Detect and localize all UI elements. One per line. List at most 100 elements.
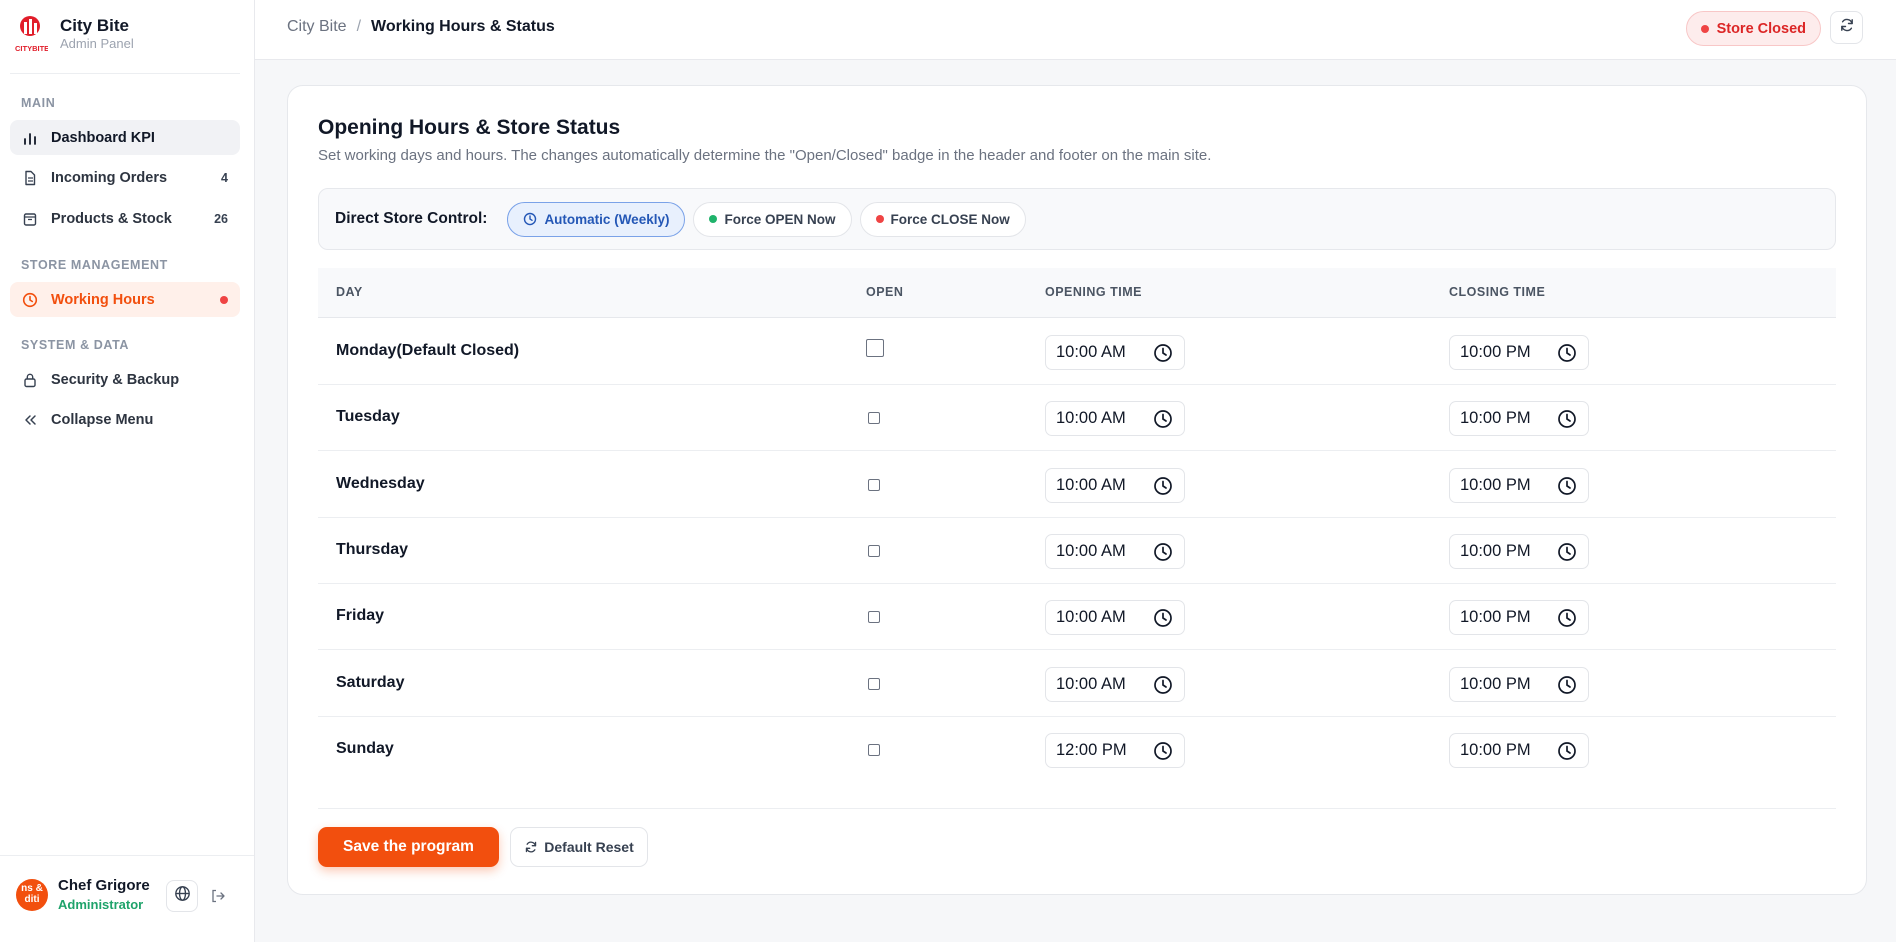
control-label: Direct Store Control: xyxy=(335,210,488,227)
automatic-weekly-button[interactable]: Automatic (Weekly) xyxy=(507,201,686,237)
open-checkbox[interactable] xyxy=(868,412,880,425)
table-row: Monday(Default Closed) 10:00 AM 10:00 PM xyxy=(318,319,1836,385)
closing-time-input[interactable]: 10:00 PM xyxy=(1449,401,1589,437)
day-name: Tuesday xyxy=(336,408,400,426)
closing-time-input[interactable]: 10:00 PM xyxy=(1449,335,1589,370)
closing-time-input[interactable]: 10:00 PM xyxy=(1449,666,1589,702)
store-status-badge: Store Closed xyxy=(1685,11,1821,46)
open-checkbox[interactable] xyxy=(868,478,880,491)
opening-time-value: 10:00 AM xyxy=(1056,343,1126,361)
working-hours-card: Opening Hours & Store Status Set working… xyxy=(287,85,1867,895)
bar-chart-icon xyxy=(21,129,39,147)
closing-time-input[interactable]: 10:00 PM xyxy=(1449,533,1589,569)
section-store-management: STORE MANAGEMENT xyxy=(21,258,168,272)
user-name: Chef Grigore xyxy=(58,877,150,894)
opening-time-input[interactable]: 12:00 PM xyxy=(1045,732,1185,768)
opening-time-value: 10:00 AM xyxy=(1056,475,1126,494)
sidebar-divider xyxy=(10,73,240,74)
products-count-badge: 26 xyxy=(214,211,228,226)
save-button[interactable]: Save the program xyxy=(318,827,499,867)
sidebar-item-collapse-menu[interactable]: Collapse Menu xyxy=(10,402,240,437)
table-header: DAY OPEN OPENING TIME CLOSING TIME xyxy=(318,268,1836,318)
open-checkbox[interactable] xyxy=(868,544,880,557)
opening-time-input[interactable]: 10:00 AM xyxy=(1045,335,1185,370)
force-open-label: Force OPEN Now xyxy=(724,211,836,227)
refresh-button[interactable] xyxy=(1830,11,1863,44)
section-system-data: SYSTEM & DATA xyxy=(21,338,130,352)
default-reset-button[interactable]: Default Reset xyxy=(510,827,648,867)
sidebar-item-working-hours[interactable]: Working Hours xyxy=(10,282,240,317)
clock-icon[interactable] xyxy=(1557,343,1577,368)
opening-time-input[interactable]: 10:00 AM xyxy=(1045,467,1185,503)
closing-time-value: 10:00 PM xyxy=(1460,674,1531,693)
closing-time-value: 10:00 PM xyxy=(1460,343,1531,361)
clock-icon[interactable] xyxy=(1557,608,1577,633)
clock-icon[interactable] xyxy=(1153,409,1173,434)
status-dot xyxy=(1700,24,1709,33)
closing-time-value: 10:00 PM xyxy=(1460,608,1531,627)
brand[interactable]: CITYBITE City Bite Admin Panel xyxy=(14,14,134,54)
breadcrumb-root[interactable]: City Bite xyxy=(287,18,347,36)
force-close-button[interactable]: Force CLOSE Now xyxy=(859,201,1026,237)
double-chevron-left-icon xyxy=(21,411,39,429)
open-checkbox[interactable] xyxy=(868,677,880,690)
closing-time-input[interactable]: 10:00 PM xyxy=(1449,600,1589,636)
sidebar-item-products-stock[interactable]: Products & Stock 26 xyxy=(10,201,240,236)
user-profile[interactable]: ns & diti Chef Grigore Administrator xyxy=(16,877,150,912)
breadcrumb: City Bite / Working Hours & Status xyxy=(287,18,555,36)
opening-time-input[interactable]: 10:00 AM xyxy=(1045,600,1185,636)
table-row: Sunday 12:00 PM 10:00 PM xyxy=(318,717,1836,783)
opening-time-input[interactable]: 10:00 AM xyxy=(1045,533,1185,569)
clock-icon[interactable] xyxy=(1557,741,1577,766)
clock-icon xyxy=(523,212,537,226)
top-header: City Bite / Working Hours & Status Store… xyxy=(255,0,1896,60)
clock-icon[interactable] xyxy=(1557,409,1577,434)
brand-name: City Bite xyxy=(60,16,129,35)
globe-icon xyxy=(174,885,191,907)
section-main: MAIN xyxy=(21,96,56,110)
clock-icon[interactable] xyxy=(1557,675,1577,700)
sidebar-item-dashboard-kpi[interactable]: Dashboard KPI xyxy=(10,120,240,155)
open-checkbox[interactable] xyxy=(866,339,884,357)
clock-icon xyxy=(21,291,39,309)
table-row: Saturday 10:00 AM 10:00 PM xyxy=(318,651,1836,717)
open-checkbox[interactable] xyxy=(868,611,880,624)
force-close-label: Force CLOSE Now xyxy=(890,211,1010,227)
clock-icon[interactable] xyxy=(1153,542,1173,567)
opening-time-input[interactable]: 10:00 AM xyxy=(1045,666,1185,702)
column-opening-time: OPENING TIME xyxy=(1045,285,1142,299)
sidebar-item-label: Security & Backup xyxy=(51,371,180,388)
clock-icon[interactable] xyxy=(1153,741,1173,766)
svg-text:CITYBITE: CITYBITE xyxy=(15,44,48,53)
default-reset-label: Default Reset xyxy=(544,839,634,855)
clock-icon[interactable] xyxy=(1153,675,1173,700)
clock-icon[interactable] xyxy=(1557,542,1577,567)
clock-icon[interactable] xyxy=(1153,476,1173,501)
refresh-icon xyxy=(1839,17,1855,38)
sidebar: CITYBITE City Bite Admin Panel MAIN Dash… xyxy=(0,0,255,942)
sidebar-item-incoming-orders[interactable]: Incoming Orders 4 xyxy=(10,160,240,195)
clock-icon[interactable] xyxy=(1557,476,1577,501)
table-row: Thursday 10:00 AM 10:00 PM xyxy=(318,518,1836,584)
logout-icon[interactable] xyxy=(210,888,228,906)
sidebar-item-label: Products & Stock xyxy=(51,210,172,227)
table-row: Tuesday 10:00 AM 10:00 PM xyxy=(318,385,1836,452)
avatar: ns & diti xyxy=(16,878,48,911)
sidebar-item-security-backup[interactable]: Security & Backup xyxy=(10,362,240,397)
closing-time-input[interactable]: 10:00 PM xyxy=(1449,732,1589,768)
language-button[interactable] xyxy=(166,880,198,912)
opening-time-value: 10:00 AM xyxy=(1056,541,1126,560)
card-title: Opening Hours & Store Status xyxy=(318,116,621,139)
open-checkbox[interactable] xyxy=(868,743,880,756)
opening-time-input[interactable]: 10:00 AM xyxy=(1045,401,1185,437)
closing-time-input[interactable]: 10:00 PM xyxy=(1449,467,1589,503)
closing-time-value: 10:00 PM xyxy=(1460,541,1531,560)
closing-time-value: 10:00 PM xyxy=(1460,740,1531,759)
opening-time-value: 12:00 PM xyxy=(1056,740,1127,759)
force-open-button[interactable]: Force OPEN Now xyxy=(693,201,852,237)
clock-icon[interactable] xyxy=(1153,608,1173,633)
clock-icon[interactable] xyxy=(1153,343,1173,368)
lock-icon xyxy=(21,371,39,389)
closing-time-value: 10:00 PM xyxy=(1460,475,1531,494)
closing-time-value: 10:00 PM xyxy=(1460,409,1531,428)
